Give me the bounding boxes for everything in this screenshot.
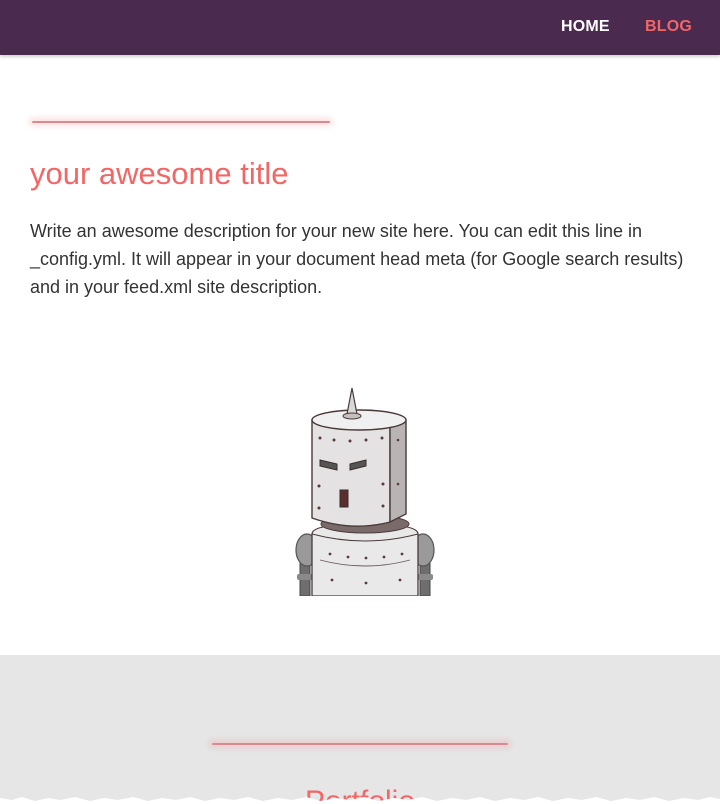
page: HOME BLOG your awesome title Write an aw… [0,0,720,804]
top-navbar: HOME BLOG [0,0,720,55]
torn-edge [0,797,720,804]
site-description: Write an awesome description for your ne… [30,221,684,297]
robot-illustration [295,387,435,596]
nav-home-link[interactable]: HOME [561,18,610,36]
portfolio-divider [212,743,508,745]
nav-blog-link[interactable]: BLOG [645,18,692,36]
site-title: your awesome title [30,156,289,191]
hero-divider [32,121,330,123]
robot-head [311,387,407,527]
robot-body [311,523,419,596]
portfolio-section [0,655,720,804]
